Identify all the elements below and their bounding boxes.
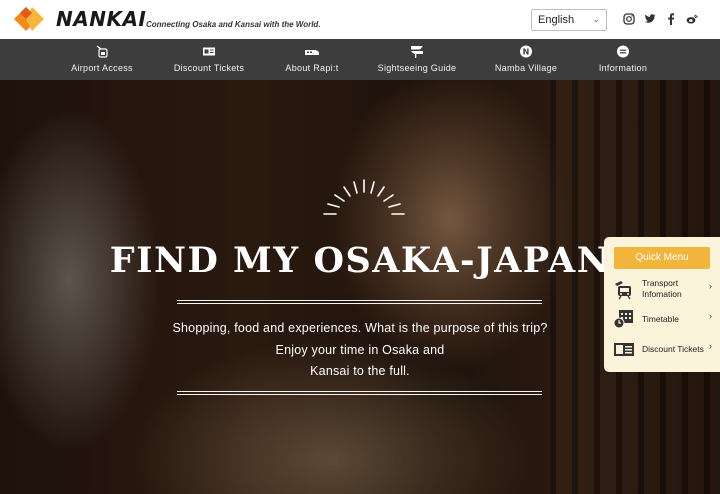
airport-icon <box>96 45 108 58</box>
quick-menu-label: Transport Infomation <box>642 278 682 299</box>
ticket-icon <box>614 343 634 356</box>
quick-menu-timetable[interactable]: Timetable › <box>613 308 718 334</box>
nav-label: Airport Access <box>71 63 133 73</box>
svg-text:N: N <box>523 48 530 57</box>
language-selected: English <box>538 14 575 26</box>
train-icon <box>305 50 319 55</box>
chevron-down-icon: ⌄ <box>592 14 600 24</box>
quick-menu-label: Timetable <box>642 314 680 324</box>
nav-label: Discount Tickets <box>173 63 245 73</box>
twitter-icon[interactable] <box>644 13 656 25</box>
divider <box>177 300 542 304</box>
weibo-icon[interactable] <box>686 13 698 25</box>
main-nav: Airport Access Discount Tickets About Ra… <box>0 39 720 80</box>
nankai-logo-icon <box>14 7 44 31</box>
nav-label: Information <box>598 63 648 73</box>
quick-menu: Quick Menu Transport Infomation › Timeta… <box>604 237 720 372</box>
quick-menu-transport[interactable]: Transport Infomation › <box>613 278 718 304</box>
nav-namba-village[interactable]: N Namba Village <box>490 39 562 80</box>
nav-sightseeing-guide[interactable]: Sightseeing Guide <box>371 39 463 80</box>
chevron-right-icon: › <box>709 311 712 321</box>
nav-label: About Rapi:t <box>285 63 339 73</box>
chevron-right-icon: › <box>709 281 712 291</box>
namba-icon: N <box>520 45 532 58</box>
tagline: Connecting Osaka and Kansai with the Wor… <box>146 20 321 29</box>
guide-icon <box>411 46 423 58</box>
sunburst-icon <box>323 179 405 215</box>
transport-icon <box>615 281 631 300</box>
facebook-icon[interactable] <box>665 13 677 25</box>
nav-label: Namba Village <box>494 63 558 73</box>
top-header: NANKAI Connecting Osaka and Kansai with … <box>0 0 720 39</box>
language-select[interactable]: English ⌄ <box>531 9 607 31</box>
nav-discount-tickets[interactable]: Discount Tickets <box>167 39 251 80</box>
quick-menu-label: Discount Tickets <box>642 344 704 354</box>
nav-about-rapit[interactable]: About Rapi:t <box>278 39 346 80</box>
info-icon <box>617 45 629 58</box>
quick-menu-title[interactable]: Quick Menu <box>614 247 710 269</box>
divider <box>177 391 542 395</box>
ticket-icon <box>203 47 215 56</box>
nav-label: Sightseeing Guide <box>377 63 457 73</box>
instagram-icon[interactable] <box>623 13 635 25</box>
chevron-right-icon: › <box>709 341 712 351</box>
logo[interactable]: NANKAI <box>14 7 146 31</box>
nav-information[interactable]: Information <box>590 39 656 80</box>
quick-menu-discount-tickets[interactable]: Discount Tickets › <box>613 338 718 364</box>
timetable-icon <box>613 310 633 329</box>
nav-airport-access[interactable]: Airport Access <box>62 39 142 80</box>
brand-name: NANKAI <box>56 7 147 31</box>
